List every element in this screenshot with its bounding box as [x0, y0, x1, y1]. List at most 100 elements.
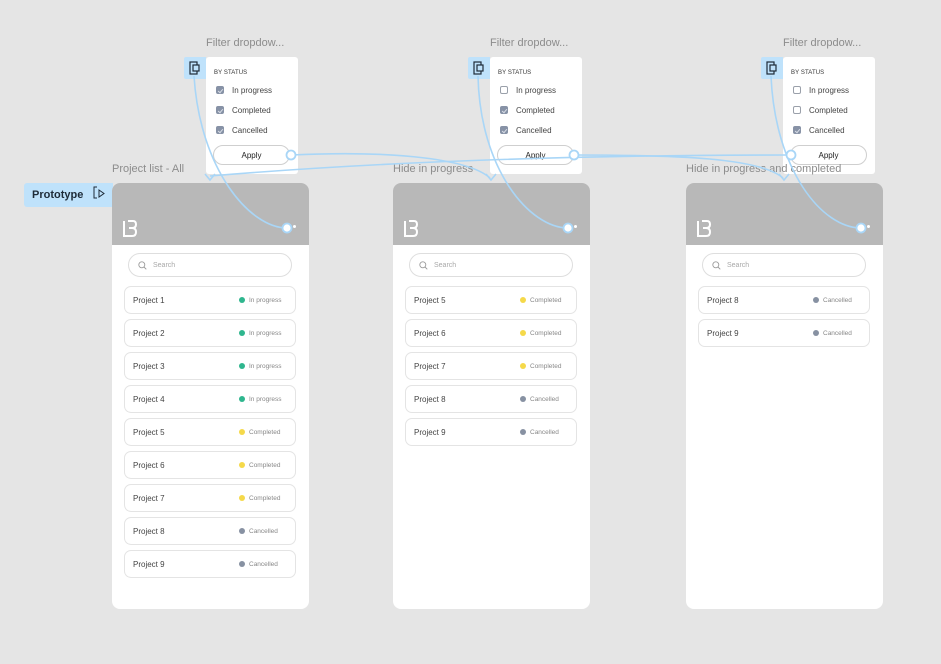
overlay-trigger-tab[interactable] — [184, 57, 206, 79]
frame-label-hide-in-progress[interactable]: Hide in progress — [393, 163, 473, 175]
project-list-item[interactable]: Project 9 Cancelled — [698, 319, 870, 347]
project-list-item[interactable]: Project 9 Cancelled — [405, 418, 577, 446]
project-name: Project 9 — [707, 328, 739, 338]
phone-screen-all: Search Project 1 In progress Project 2 In pr… — [112, 183, 309, 609]
project-list-item[interactable]: Project 8 Cancelled — [405, 385, 577, 413]
status-dot-icon — [239, 462, 245, 468]
project-list-item[interactable]: Project 8 Cancelled — [124, 517, 296, 545]
filter-option-cancelled[interactable]: Cancelled — [793, 125, 845, 135]
frame-label-filter-dropdown-3[interactable]: Filter dropdow... — [783, 37, 861, 49]
status-badge: In progress — [239, 330, 288, 337]
arrowhead — [485, 173, 497, 182]
project-name: Project 8 — [133, 526, 165, 536]
project-name: Project 5 — [414, 295, 446, 305]
project-list-item[interactable]: Project 4 In progress — [124, 385, 296, 413]
prototype-flow-tag[interactable]: Prototype — [24, 183, 113, 207]
search-placeholder: Search — [727, 261, 750, 269]
search-input[interactable]: Search — [702, 253, 866, 277]
project-name: Project 5 — [133, 427, 165, 437]
filter-option-cancelled[interactable]: Cancelled — [216, 125, 268, 135]
project-name: Project 8 — [414, 394, 446, 404]
filter-option-in-progress[interactable]: In progress — [500, 85, 556, 95]
project-list-item[interactable]: Project 3 In progress — [124, 352, 296, 380]
search-input[interactable]: Search — [409, 253, 573, 277]
filter-option-completed[interactable]: Completed — [793, 105, 848, 115]
project-name: Project 9 — [133, 559, 165, 569]
app-logo-icon — [123, 220, 137, 237]
project-list-item[interactable]: Project 6 Completed — [405, 319, 577, 347]
search-placeholder: Search — [153, 261, 176, 269]
checkbox[interactable] — [500, 106, 508, 114]
project-name: Project 6 — [414, 328, 446, 338]
project-list-item[interactable]: Project 6 Completed — [124, 451, 296, 479]
status-dot-icon — [239, 330, 245, 336]
status-label: Cancelled — [249, 527, 278, 535]
status-label: Completed — [530, 296, 562, 304]
overlay-trigger-tab[interactable] — [468, 57, 490, 79]
status-label: Cancelled — [823, 329, 852, 337]
project-list-item[interactable]: Project 8 Cancelled — [698, 286, 870, 314]
project-name: Project 9 — [414, 427, 446, 437]
filter-option-completed[interactable]: Completed — [216, 105, 271, 115]
play-frame-icon[interactable] — [93, 186, 106, 204]
status-dot-icon — [520, 363, 526, 369]
project-list-item[interactable]: Project 7 Completed — [124, 484, 296, 512]
status-badge: In progress — [239, 396, 288, 403]
option-label: Completed — [809, 105, 848, 115]
apply-button[interactable]: Apply — [790, 145, 867, 165]
option-label: Completed — [232, 105, 271, 115]
apply-button[interactable]: Apply — [497, 145, 574, 165]
apply-button[interactable]: Apply — [213, 145, 290, 165]
filter-trigger-hotspot[interactable] — [867, 225, 870, 228]
checkbox[interactable] — [500, 86, 508, 94]
app-logo-icon — [404, 220, 418, 237]
status-badge: Cancelled — [239, 561, 288, 568]
project-name: Project 2 — [133, 328, 165, 338]
project-list-item[interactable]: Project 5 Completed — [405, 286, 577, 314]
frame-label-filter-dropdown-1[interactable]: Filter dropdow... — [206, 37, 284, 49]
filter-trigger-hotspot[interactable] — [574, 225, 577, 228]
project-name: Project 1 — [133, 295, 165, 305]
checkbox[interactable] — [216, 86, 224, 94]
search-input[interactable]: Search — [128, 253, 292, 277]
project-list-item[interactable]: Project 9 Cancelled — [124, 550, 296, 578]
status-label: Completed — [249, 494, 281, 502]
checkbox[interactable] — [793, 86, 801, 94]
status-label: In progress — [249, 362, 282, 370]
option-label: In progress — [809, 85, 850, 95]
checkbox[interactable] — [216, 126, 224, 134]
project-name: Project 6 — [133, 460, 165, 470]
overlay-trigger-tab[interactable] — [761, 57, 783, 79]
option-label: Completed — [516, 105, 555, 115]
filter-dropdown: BY STATUS In progress Completed Cancelle… — [206, 57, 298, 174]
status-dot-icon — [239, 363, 245, 369]
status-dot-icon — [520, 429, 526, 435]
filter-option-cancelled[interactable]: Cancelled — [500, 125, 552, 135]
checkbox[interactable] — [793, 126, 801, 134]
filter-option-in-progress[interactable]: In progress — [216, 85, 272, 95]
app-logo-icon — [697, 220, 711, 237]
project-name: Project 7 — [414, 361, 446, 371]
filter-trigger-hotspot[interactable] — [293, 225, 296, 228]
app-header — [393, 183, 590, 245]
project-list-item[interactable]: Project 7 Completed — [405, 352, 577, 380]
frame-label-hide-in-progress-and-completed[interactable]: Hide in progress and completed — [686, 163, 841, 175]
filter-option-in-progress[interactable]: In progress — [793, 85, 849, 95]
checkbox[interactable] — [793, 106, 801, 114]
arrowhead — [204, 173, 216, 182]
frame-label-project-list-all[interactable]: Project list - All — [112, 163, 184, 175]
app-header — [686, 183, 883, 245]
status-label: In progress — [249, 395, 282, 403]
checkbox[interactable] — [500, 126, 508, 134]
status-label: Cancelled — [249, 560, 278, 568]
project-list-item[interactable]: Project 2 In progress — [124, 319, 296, 347]
phone-screen-hide-in-progress-completed: Search Project 8 Cancelled Project 9 Cancell… — [686, 183, 883, 609]
frame-label-filter-dropdown-2[interactable]: Filter dropdow... — [490, 37, 568, 49]
search-icon — [712, 260, 721, 270]
project-list-item[interactable]: Project 5 Completed — [124, 418, 296, 446]
checkbox[interactable] — [216, 106, 224, 114]
filter-option-completed[interactable]: Completed — [500, 105, 555, 115]
status-badge: Completed — [520, 363, 569, 370]
project-list-item[interactable]: Project 1 In progress — [124, 286, 296, 314]
filter-section-title: BY STATUS — [214, 70, 248, 76]
